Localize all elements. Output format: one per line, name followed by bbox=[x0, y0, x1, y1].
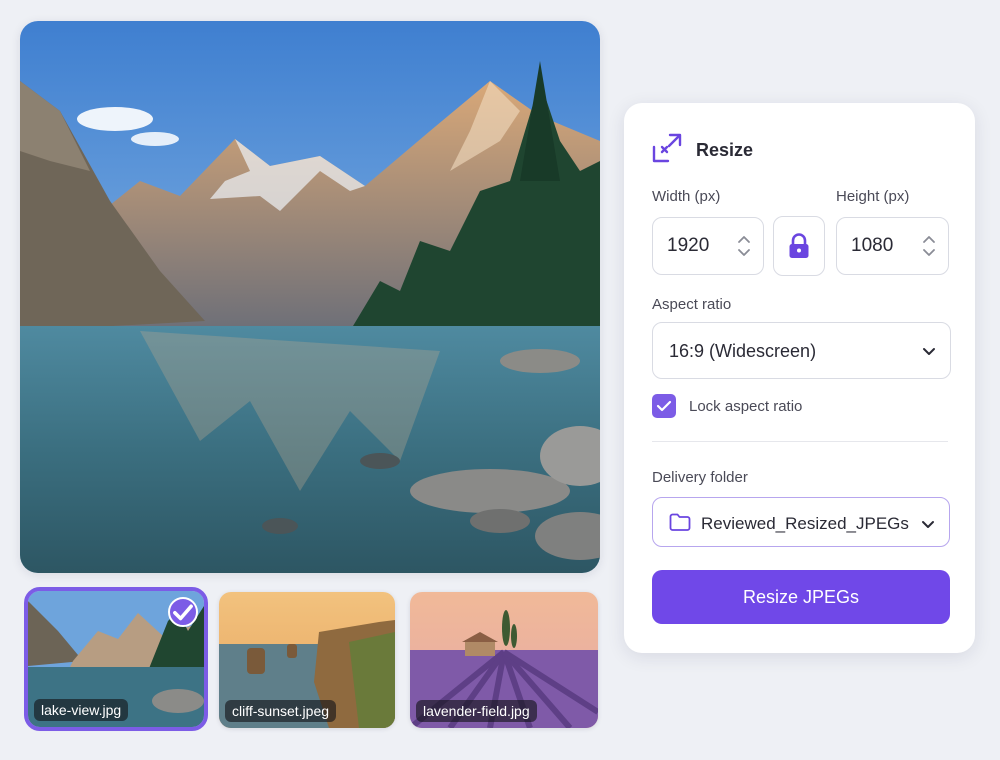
width-stepper-icon[interactable] bbox=[737, 234, 751, 263]
width-input[interactable]: 1920 bbox=[652, 217, 764, 275]
divider bbox=[652, 441, 948, 442]
panel-title: Resize bbox=[696, 140, 754, 160]
delivery-folder-value: Reviewed_Resized_JPEGs bbox=[701, 514, 909, 533]
lock-aspect-checkbox[interactable] bbox=[652, 394, 676, 418]
resize-jpegs-button[interactable]: Resize JPEGs bbox=[652, 570, 950, 624]
lock-ratio-button[interactable] bbox=[773, 216, 825, 276]
delivery-folder-label: Delivery folder bbox=[652, 469, 748, 486]
aspect-ratio-value: 16:9 (Widescreen) bbox=[669, 341, 817, 361]
lock-icon bbox=[788, 233, 810, 264]
width-label: Width (px) bbox=[652, 188, 721, 205]
thumbnail-lavender-field[interactable]: lavender-field.jpg bbox=[410, 592, 598, 728]
thumbnail-label: cliff-sunset.jpeg bbox=[225, 700, 337, 722]
chevron-down-icon bbox=[922, 344, 936, 362]
height-value: 1080 bbox=[851, 235, 894, 256]
thumbnail-cliff-sunset[interactable]: cliff-sunset.jpeg bbox=[219, 592, 395, 728]
resize-icon bbox=[652, 133, 682, 168]
image-preview bbox=[20, 21, 600, 573]
delivery-folder-select[interactable]: Reviewed_Resized_JPEGs bbox=[652, 497, 950, 547]
height-stepper-icon[interactable] bbox=[922, 234, 936, 263]
selected-check-icon bbox=[168, 597, 198, 627]
height-input[interactable]: 1080 bbox=[836, 217, 949, 275]
panel-header: Resize bbox=[652, 133, 753, 168]
folder-icon bbox=[669, 513, 691, 536]
width-value: 1920 bbox=[667, 235, 710, 256]
chevron-down-icon bbox=[921, 517, 935, 535]
resize-panel: Resize Width (px) Height (px) 1920 1080 … bbox=[624, 103, 975, 653]
height-label: Height (px) bbox=[836, 188, 910, 205]
thumbnail-label: lavender-field.jpg bbox=[416, 700, 537, 722]
aspect-ratio-select[interactable]: 16:9 (Widescreen) bbox=[652, 322, 951, 379]
thumbnail-lake-view[interactable]: lake-view.jpg bbox=[24, 587, 208, 731]
lock-aspect-label: Lock aspect ratio bbox=[689, 398, 803, 415]
thumbnail-label: lake-view.jpg bbox=[34, 699, 129, 721]
aspect-ratio-label: Aspect ratio bbox=[652, 296, 732, 313]
